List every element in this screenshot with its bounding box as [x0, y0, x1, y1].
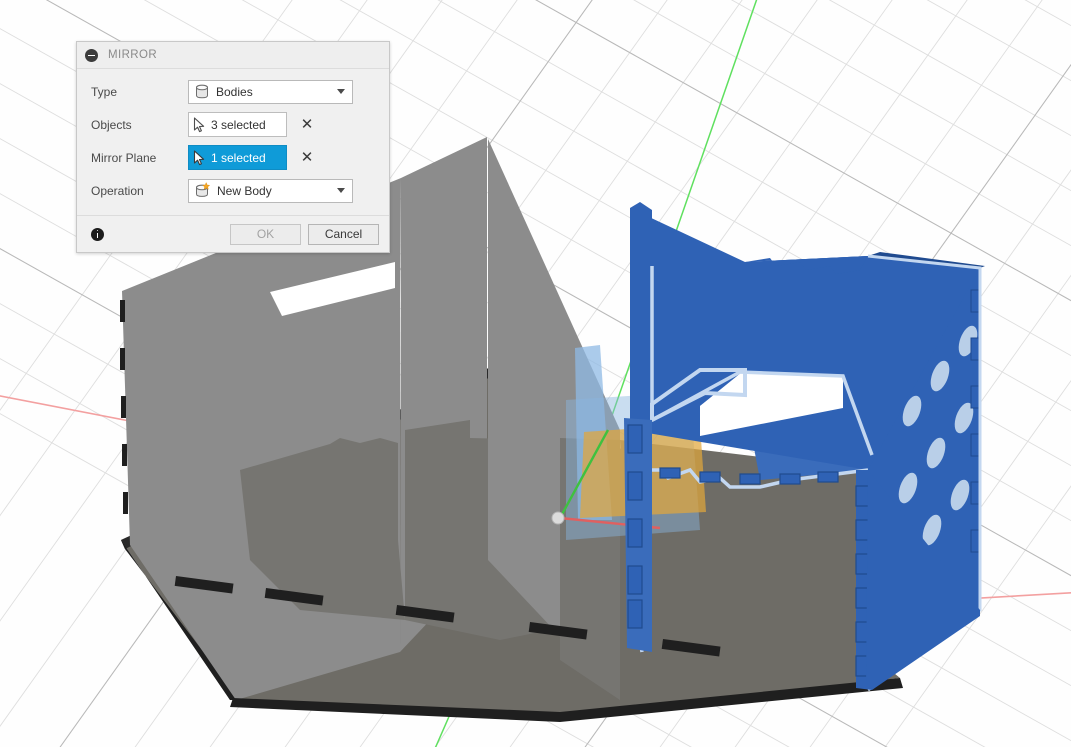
type-value: Bodies	[216, 84, 253, 99]
row-operation: Operation New Body	[91, 176, 379, 205]
row-mirror-plane: Mirror Plane 1 selected ✕	[91, 143, 379, 172]
origin-point-marker[interactable]	[551, 511, 565, 525]
chevron-down-icon[interactable]	[337, 89, 345, 94]
operation-combo[interactable]: New Body	[188, 178, 353, 203]
minus-circle-icon[interactable]	[85, 48, 98, 62]
type-combo[interactable]: Bodies	[188, 79, 353, 104]
mirror-plane-clear-button[interactable]: ✕	[298, 150, 316, 165]
mirror-plane-value: 1 selected	[211, 150, 266, 165]
cancel-button[interactable]: Cancel	[308, 223, 379, 245]
objects-clear-button[interactable]: ✕	[298, 117, 316, 132]
body-cylinder-icon	[196, 84, 208, 99]
cursor-arrow-icon	[193, 149, 205, 165]
label-objects: Objects	[91, 117, 132, 132]
mirror-dialog[interactable]: MIRROR Type Bodies Objects 3 selected ✕ …	[76, 41, 390, 253]
dialog-body: Type Bodies Objects 3 selected ✕ Mirror …	[77, 69, 389, 215]
dialog-title: MIRROR	[108, 49, 158, 61]
dialog-footer: OK Cancel	[77, 215, 389, 252]
ok-button[interactable]: OK	[230, 223, 301, 245]
label-mirror-plane: Mirror Plane	[91, 150, 157, 165]
row-type: Type Bodies	[91, 77, 379, 106]
dialog-header[interactable]: MIRROR	[77, 42, 389, 69]
objects-value: 3 selected	[211, 117, 266, 132]
row-objects: Objects 3 selected ✕	[91, 110, 379, 139]
label-type: Type	[91, 84, 118, 99]
blue-left-upright[interactable]	[630, 202, 652, 430]
operation-value: New Body	[217, 183, 272, 198]
objects-selection-button[interactable]: 3 selected	[188, 112, 287, 137]
mirror-plane-selection-button[interactable]: 1 selected	[188, 145, 287, 170]
chevron-down-icon[interactable]	[337, 188, 345, 193]
new-body-icon	[196, 182, 211, 197]
info-icon[interactable]	[91, 227, 104, 241]
cursor-arrow-icon	[193, 116, 205, 132]
label-operation: Operation	[91, 183, 144, 198]
